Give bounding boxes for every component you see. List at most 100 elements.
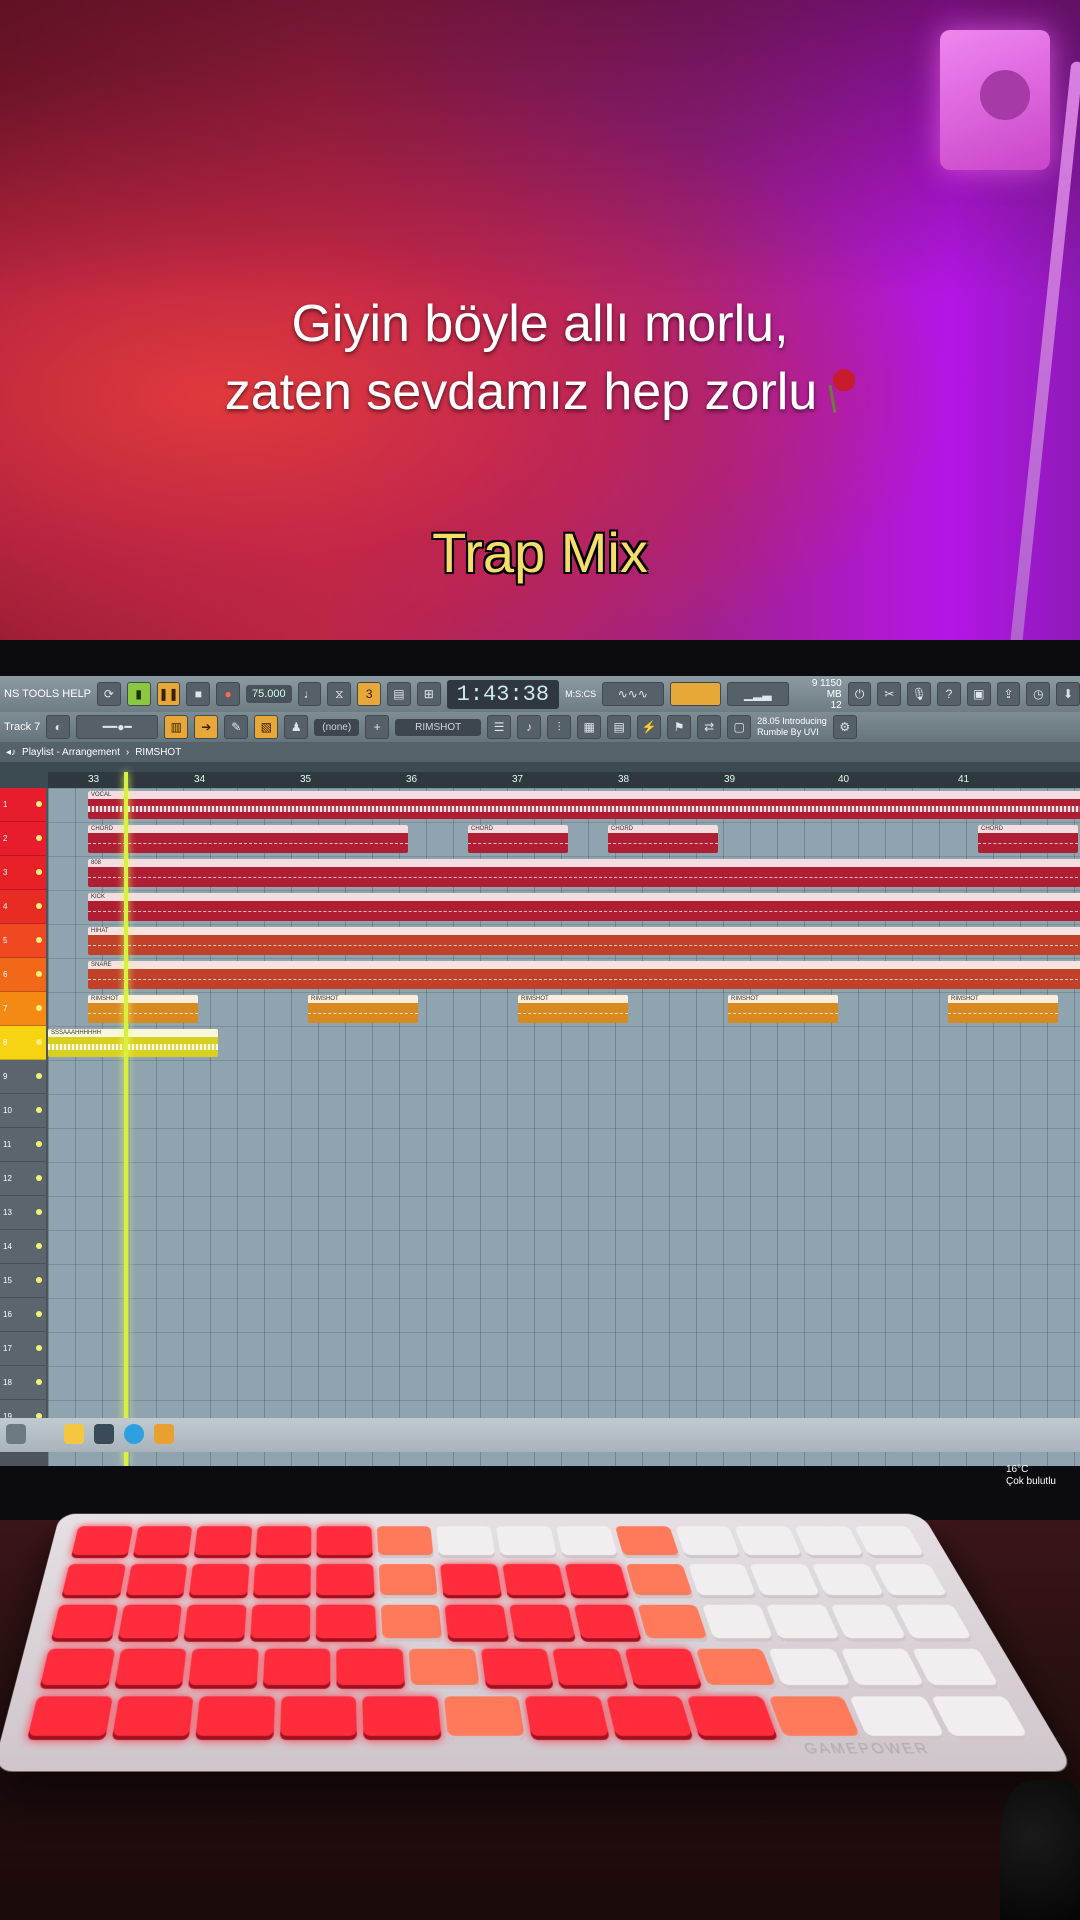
track-led-icon[interactable] xyxy=(36,1243,42,1249)
playlist-view-label[interactable]: Playlist - Arrangement xyxy=(22,747,120,758)
channel-rack-icon[interactable]: ▦ xyxy=(577,715,602,739)
edge-browser-icon[interactable] xyxy=(124,1424,144,1444)
track-led-icon[interactable] xyxy=(36,835,42,841)
track-header[interactable]: 5 xyxy=(0,924,46,958)
pattern-select[interactable]: RIMSHOT xyxy=(395,718,482,736)
pattern-clip[interactable]: SNARE xyxy=(88,961,1080,989)
track-led-icon[interactable] xyxy=(36,801,42,807)
track-header[interactable]: 11 xyxy=(0,1128,46,1162)
track-header[interactable]: 8 xyxy=(0,1026,46,1060)
paint-tool-icon[interactable]: ▧ xyxy=(254,715,279,739)
track-header[interactable]: 7 xyxy=(0,992,46,1026)
pattern-clip[interactable]: RIMSHOT xyxy=(308,995,418,1023)
weather-widget[interactable]: 16°C Çok bulutlu xyxy=(1006,1464,1056,1488)
menu-bar[interactable]: NS TOOLS HELP xyxy=(0,688,91,700)
track-led-icon[interactable] xyxy=(36,1345,42,1351)
news-icon[interactable]: ⚙ xyxy=(832,715,857,739)
speaker-icon[interactable]: ◂♪ xyxy=(6,747,16,758)
track-header[interactable]: 6 xyxy=(0,958,46,992)
news-panel[interactable]: 28.05 Introducing Rumble By UVI xyxy=(757,716,827,738)
track-led-icon[interactable] xyxy=(36,971,42,977)
track-header[interactable]: 13 xyxy=(0,1196,46,1230)
pattern-clip[interactable]: RIMSHOT xyxy=(728,995,838,1023)
cut-icon[interactable]: ✂ xyxy=(877,682,902,706)
stop-button[interactable]: ■ xyxy=(186,682,211,706)
start-icon[interactable] xyxy=(6,1424,26,1444)
pattern-clip[interactable]: KICK xyxy=(88,893,1080,921)
typing-keyboard-icon[interactable]: ▥ xyxy=(164,715,189,739)
microphone-icon[interactable]: 🎙 xyxy=(907,682,932,706)
track-led-icon[interactable] xyxy=(36,1379,42,1385)
playlist-pattern-label[interactable]: RIMSHOT xyxy=(135,747,181,758)
pattern-clip[interactable]: RIMSHOT xyxy=(948,995,1058,1023)
track-led-icon[interactable] xyxy=(36,903,42,909)
track-led-icon[interactable] xyxy=(36,1311,42,1317)
track-header[interactable]: 12 xyxy=(0,1162,46,1196)
mixer-icon[interactable]: ⫶ xyxy=(547,715,572,739)
plugin-icon[interactable]: ⚡ xyxy=(637,715,662,739)
metronome-icon[interactable]: ♩ xyxy=(297,682,322,706)
pattern-add-icon[interactable]: + xyxy=(365,715,390,739)
song-time-display[interactable]: 1:43:38 xyxy=(446,679,560,709)
timeline-ruler[interactable]: 33 34 35 36 37 38 39 40 41 xyxy=(48,772,1080,788)
track-header[interactable]: 16 xyxy=(0,1298,46,1332)
step-edit-icon[interactable]: ▤ xyxy=(387,682,411,706)
clock-icon[interactable]: ◷ xyxy=(1026,682,1051,706)
play-button[interactable]: ❚❚ xyxy=(156,682,181,706)
track-led-icon[interactable] xyxy=(36,1005,42,1011)
pattern-clip[interactable]: CHORD xyxy=(88,825,408,853)
help-icon[interactable]: ? xyxy=(937,682,961,706)
pattern-clip[interactable]: SSSAAAHHHHHH xyxy=(48,1029,218,1057)
blend-notes-icon[interactable]: ⊞ xyxy=(416,682,441,706)
snap-icon[interactable]: ➔ xyxy=(194,715,219,739)
piano-roll-icon[interactable]: ♪ xyxy=(517,715,542,739)
pattern-clip[interactable]: VOCAL xyxy=(88,791,1080,819)
playhead[interactable] xyxy=(124,772,128,1466)
export-icon[interactable]: ⇪ xyxy=(996,682,1021,706)
track-led-icon[interactable] xyxy=(36,1107,42,1113)
track-header[interactable]: 3 xyxy=(0,856,46,890)
pattern-none-select[interactable]: (none) xyxy=(314,718,360,736)
master-volume-slider[interactable]: ━━●━ xyxy=(76,715,159,739)
terminal-icon[interactable] xyxy=(94,1424,114,1444)
wait-record-icon[interactable]: ⧖ xyxy=(327,682,352,706)
fl-studio-icon[interactable] xyxy=(154,1424,174,1444)
tempo-tap-icon[interactable]: ⇄ xyxy=(697,715,722,739)
track-led-icon[interactable] xyxy=(36,1141,42,1147)
track-header[interactable]: 9 xyxy=(0,1060,46,1094)
playlist-icon[interactable]: ☰ xyxy=(487,715,512,739)
track-header[interactable]: 1 xyxy=(0,788,46,822)
master-pitch-knob[interactable]: ◐ xyxy=(46,715,71,739)
pattern-clip[interactable]: CHORD xyxy=(978,825,1078,853)
refresh-icon[interactable]: ⟳ xyxy=(97,682,121,706)
pattern-song-toggle[interactable]: ▮ xyxy=(126,682,151,706)
plugin-picker-icon[interactable]: ⚑ xyxy=(667,715,692,739)
power-icon[interactable]: ⏻ xyxy=(847,682,872,706)
track-led-icon[interactable] xyxy=(36,1277,42,1283)
pattern-clip[interactable]: CHORD xyxy=(468,825,568,853)
track-header[interactable]: 17 xyxy=(0,1332,46,1366)
track-led-icon[interactable] xyxy=(36,937,42,943)
save-icon[interactable]: ▣ xyxy=(966,682,991,706)
pattern-clip[interactable]: HIHAT xyxy=(88,927,1080,955)
track-header[interactable]: 15 xyxy=(0,1264,46,1298)
browser-icon[interactable]: ▤ xyxy=(607,715,632,739)
countdown-icon[interactable]: 3 xyxy=(357,682,382,706)
record-button[interactable]: ● xyxy=(216,682,241,706)
pattern-clip[interactable]: RIMSHOT xyxy=(88,995,198,1023)
track-led-icon[interactable] xyxy=(36,1039,42,1045)
track-header[interactable]: 10 xyxy=(0,1094,46,1128)
track-header[interactable]: 4 xyxy=(0,890,46,924)
tempo-display[interactable]: 75.000 xyxy=(246,685,292,703)
stamp-icon[interactable]: ♟ xyxy=(284,715,309,739)
track-led-icon[interactable] xyxy=(36,869,42,875)
project-icon[interactable]: ▢ xyxy=(727,715,752,739)
folder-icon[interactable] xyxy=(64,1424,84,1444)
track-header[interactable]: 14 xyxy=(0,1230,46,1264)
playlist-grid[interactable]: VOCAL CHORD CHORD CHORD CHORD 808 KICK HIHAT SNA… xyxy=(48,788,1080,1466)
track-led-icon[interactable] xyxy=(36,1073,42,1079)
track-header[interactable]: 2 xyxy=(0,822,46,856)
track-header[interactable]: 18 xyxy=(0,1366,46,1400)
track-led-icon[interactable] xyxy=(36,1209,42,1215)
pattern-clip[interactable]: RIMSHOT xyxy=(518,995,628,1023)
